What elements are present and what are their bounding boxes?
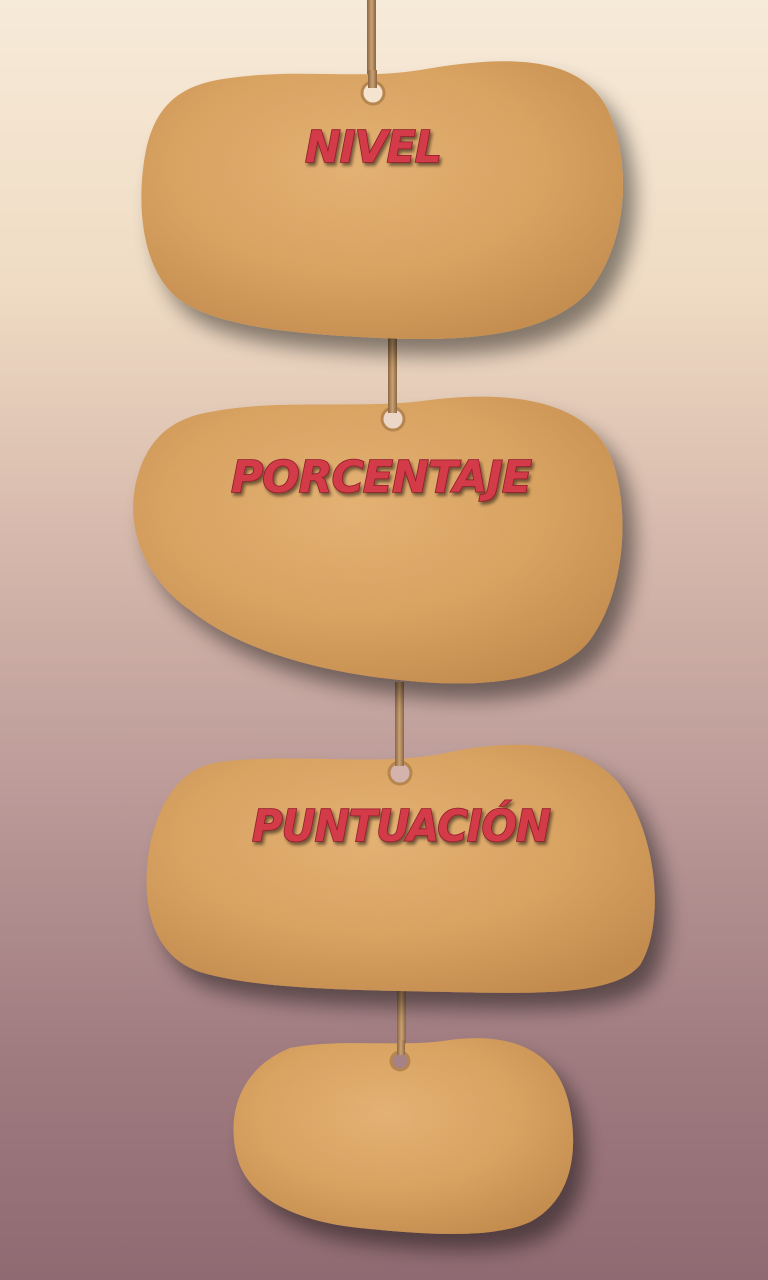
label-puntuacion: PUNTUACIÓN	[252, 799, 550, 852]
stone-nivel[interactable]	[141, 61, 623, 339]
label-nivel: NIVEL	[305, 122, 441, 173]
label-porcentaje: PORCENTAJE	[231, 452, 532, 503]
hanging-stones-scene: NIVEL PORCENTAJE PUNTUACIÓN	[133, 0, 655, 1234]
stone-porcentaje[interactable]	[133, 396, 623, 684]
